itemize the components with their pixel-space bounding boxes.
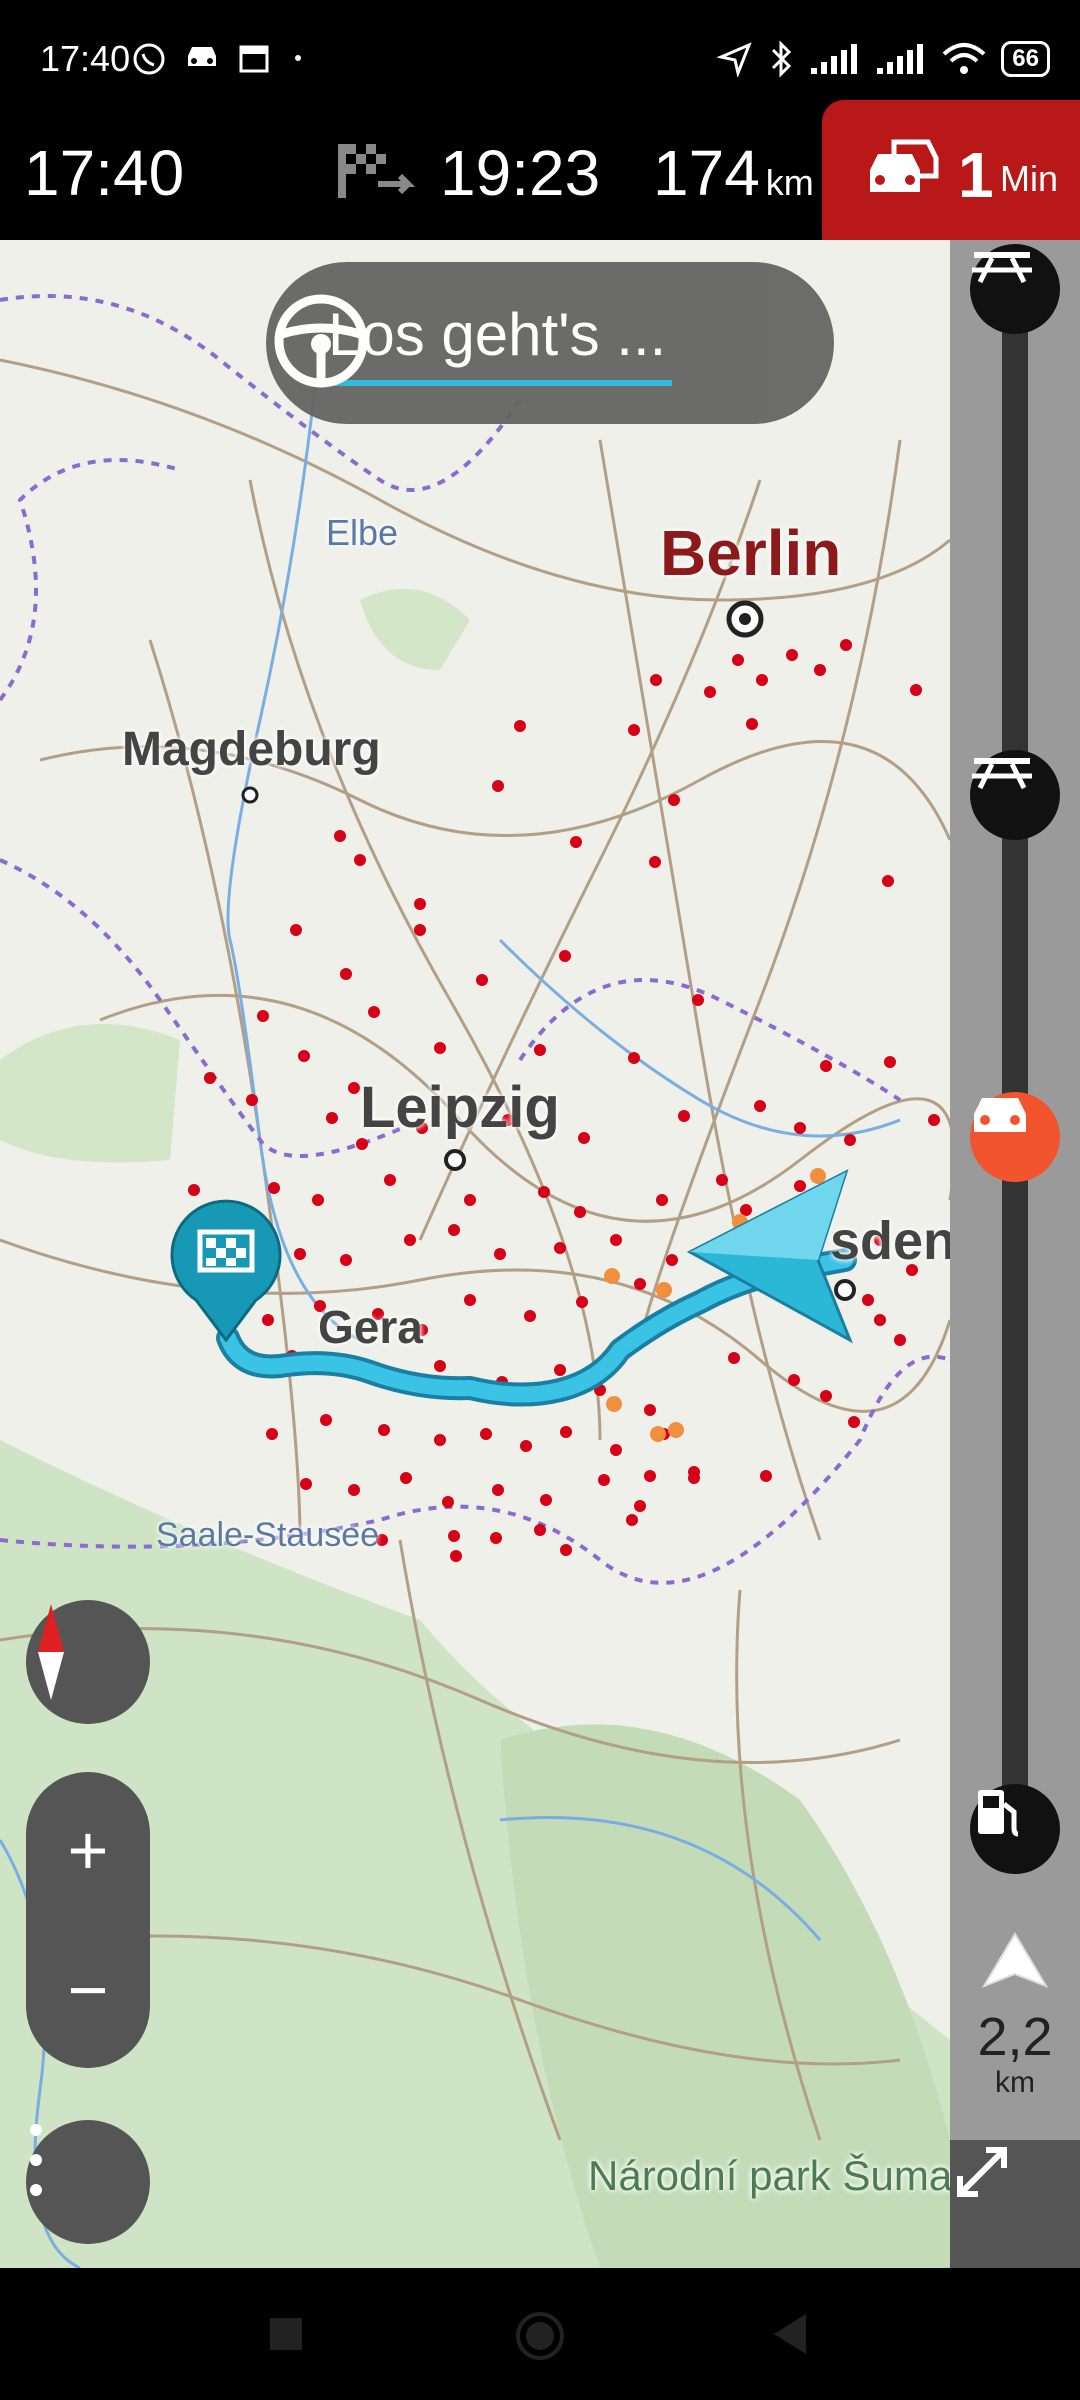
toggle-view-button[interactable] [950,2140,1080,2268]
signal-icon [811,44,858,74]
whatsapp-icon [133,43,165,75]
dot-icon [295,55,301,61]
compass-button[interactable] [26,1600,150,1724]
next-event-distance: 2,2 [977,2007,1053,2067]
place-label-magdeburg: Magdeburg [122,723,381,776]
zoom-in-button[interactable]: + [26,1800,150,1900]
next-event-unit: km [995,2066,1035,2099]
traffic-cars-icon [870,139,939,192]
home-button[interactable] [514,2310,566,2362]
traffic-jam-icon[interactable] [970,1092,1060,1182]
checkered-flag-icon [338,144,416,198]
main-menu-button[interactable] [26,2120,150,2244]
place-label-sumava: Národní park Šumava [588,2152,997,2199]
location-arrow-icon [717,42,753,77]
remaining-distance-unit: km [765,162,814,203]
traffic-delay-unit: Min [1000,158,1059,199]
system-navigation-bar [0,2268,1080,2400]
fuel-station-icon[interactable] [970,1784,1060,1874]
steering-wheel-icon[interactable] [266,286,376,396]
car-icon [188,47,216,66]
remaining-distance-value: 174 [653,137,760,209]
arrival-time: 19:23 [440,137,601,209]
calendar-icon [239,45,269,73]
rest-area-icon[interactable] [970,750,1060,840]
place-label-elbe: Elbe [326,512,399,553]
traffic-delay-panel[interactable]: 1 Min [822,100,1080,240]
current-time: 17:40 [24,137,185,209]
signal-icon [877,44,924,74]
next-event-arrow-icon [981,1932,1049,1988]
wifi-icon [942,43,986,74]
route-bar-track [1002,280,1028,1840]
city-marker-leipzig [444,1149,466,1171]
place-label-saale-stausee: Saale-Stausee [156,1516,380,1554]
city-marker-magdeburg [241,786,259,804]
drive-prompt-pill[interactable]: Los geht's ... [266,262,834,424]
back-button[interactable] [770,2312,810,2356]
rest-area-icon[interactable] [970,244,1060,334]
status-time: 17:40 [40,38,131,79]
city-marker-dresden [834,1279,856,1301]
remaining-distance: 174 km [653,136,814,210]
traffic-delay-value: 1 [958,139,994,211]
drive-prompt-text: Los geht's ... [328,301,667,368]
place-label-gera: Gera [318,1301,423,1353]
compass-icon [38,1604,64,1700]
route-bar[interactable]: 2,2 km [950,240,1080,2268]
expand-arrows-icon [957,2147,1007,2197]
status-bar: 17:40 66 [0,0,1080,100]
map-view[interactable]: Berlin Magdeburg Leipzig Gera sden Elbe … [0,240,1080,2268]
place-label-leipzig: Leipzig [360,1075,560,1140]
bluetooth-icon [772,40,792,78]
battery-icon: 66 [1001,41,1050,77]
place-label-dresden: sden [830,1211,957,1271]
more-vertical-icon [30,2124,42,2196]
recent-apps-button[interactable] [268,2316,304,2352]
place-label-berlin: Berlin [660,517,842,589]
zoom-out-button[interactable]: − [26,1940,150,2040]
zoom-control[interactable]: + − [26,1772,150,2068]
trip-info-bar[interactable]: 17:40 19:23 174 km 1 Min [0,100,1080,240]
